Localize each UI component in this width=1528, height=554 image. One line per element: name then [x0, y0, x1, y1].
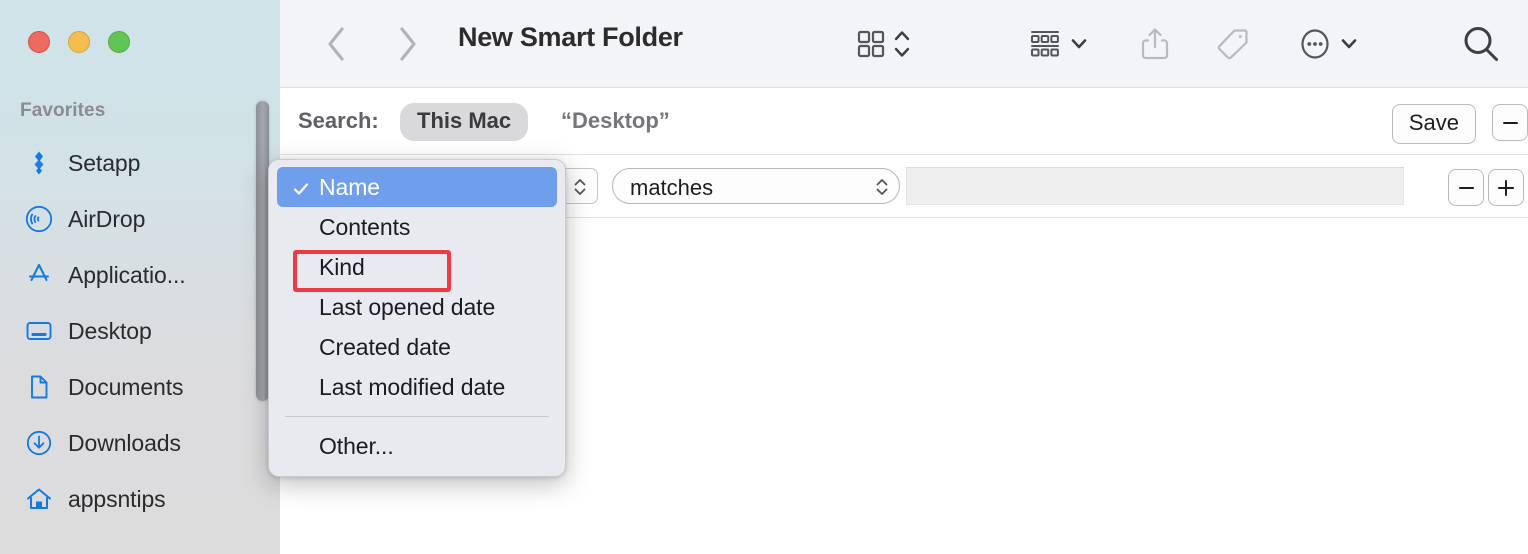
- chevron-down-icon: [1340, 34, 1358, 54]
- chevron-down-icon: [1070, 34, 1088, 54]
- chevron-up-down-icon: [573, 177, 587, 197]
- sidebar-item-airdrop[interactable]: AirDrop: [0, 191, 280, 247]
- chevron-left-icon: [323, 24, 349, 64]
- menu-item-last-opened-date[interactable]: Last opened date: [277, 287, 557, 327]
- scope-folder-button[interactable]: “Desktop”: [561, 108, 670, 134]
- menu-separator: [285, 416, 549, 417]
- sidebar-item-desktop[interactable]: Desktop: [0, 303, 280, 359]
- close-button[interactable]: [28, 31, 50, 53]
- add-criteria-button[interactable]: [1488, 169, 1524, 206]
- remove-criteria-button[interactable]: [1448, 169, 1484, 206]
- menu-item-label: Created date: [277, 334, 451, 361]
- sidebar-list: Setapp AirDrop: [0, 135, 280, 527]
- menu-item-label: Kind: [277, 254, 365, 281]
- chevron-right-icon: [395, 24, 421, 64]
- sidebar-item-setapp[interactable]: Setapp: [0, 135, 280, 191]
- chevron-up-down-icon: [875, 177, 889, 197]
- sidebar-item-home[interactable]: appsntips: [0, 471, 280, 527]
- minus-icon: [1503, 122, 1518, 124]
- minus-icon: [1459, 187, 1474, 189]
- menu-item-created-date[interactable]: Created date: [277, 327, 557, 367]
- forward-button[interactable]: [384, 20, 432, 68]
- save-button[interactable]: Save: [1392, 104, 1476, 144]
- finder-window: Favorites Setapp: [0, 0, 1528, 554]
- plus-icon: [1498, 180, 1514, 196]
- sidebar-item-label: AirDrop: [68, 206, 145, 233]
- search-button[interactable]: [1455, 18, 1507, 70]
- ellipsis-circle-icon: [1298, 26, 1332, 62]
- menu-item-label: Other...: [277, 433, 394, 460]
- search-icon: [1460, 23, 1502, 65]
- grid-view-icon: [855, 28, 887, 60]
- toolbar: New Smart Folder: [280, 0, 1528, 88]
- minimize-button[interactable]: [68, 31, 90, 53]
- desktop-icon: [24, 316, 54, 346]
- tag-icon: [1216, 27, 1250, 61]
- page-title: New Smart Folder: [458, 22, 683, 53]
- sidebar-item-label: appsntips: [68, 486, 166, 513]
- operator-popup-button[interactable]: matches: [612, 168, 900, 204]
- sidebar-item-label: Downloads: [68, 430, 181, 457]
- back-button[interactable]: [312, 20, 360, 68]
- maximize-button[interactable]: [108, 31, 130, 53]
- sidebar: Favorites Setapp: [0, 0, 280, 554]
- menu-item-other[interactable]: Other...: [277, 426, 557, 466]
- attribute-dropdown-menu: Name Contents Kind Last opened date Crea…: [268, 159, 566, 477]
- window-controls: [28, 31, 130, 53]
- menu-item-contents[interactable]: Contents: [277, 207, 557, 247]
- documents-icon: [24, 372, 54, 402]
- operator-label: matches: [630, 175, 713, 201]
- setapp-icon: [24, 148, 54, 178]
- sidebar-section-header: Favorites: [20, 100, 105, 122]
- sidebar-item-applications[interactable]: Applicatio...: [0, 247, 280, 303]
- search-label: Search:: [298, 108, 379, 134]
- downloads-icon: [24, 428, 54, 458]
- group-by-icon: [1028, 27, 1062, 61]
- scope-this-mac-button[interactable]: This Mac: [400, 103, 528, 141]
- sidebar-item-downloads[interactable]: Downloads: [0, 415, 280, 471]
- menu-item-last-modified-date[interactable]: Last modified date: [277, 367, 557, 407]
- search-scope-row: Search: This Mac “Desktop” Save: [280, 88, 1528, 155]
- remove-search-button[interactable]: [1492, 104, 1528, 141]
- group-by-button[interactable]: [1015, 18, 1101, 70]
- sidebar-item-documents[interactable]: Documents: [0, 359, 280, 415]
- sidebar-item-label: Desktop: [68, 318, 152, 345]
- applications-icon: [24, 260, 54, 290]
- view-mode-button[interactable]: [840, 18, 926, 70]
- chevron-up-down-icon: [893, 27, 911, 61]
- menu-item-kind[interactable]: Kind: [277, 247, 557, 287]
- menu-item-label: Last opened date: [277, 294, 495, 321]
- airdrop-icon: [24, 204, 54, 234]
- sidebar-item-label: Setapp: [68, 150, 140, 177]
- more-options-button[interactable]: [1288, 18, 1368, 70]
- tags-button[interactable]: [1208, 18, 1258, 70]
- share-icon: [1139, 26, 1171, 62]
- search-value-input[interactable]: [906, 167, 1404, 205]
- sidebar-item-label: Documents: [68, 374, 183, 401]
- share-button[interactable]: [1130, 18, 1180, 70]
- menu-item-label: Last modified date: [277, 374, 505, 401]
- checkmark-icon: [293, 176, 309, 192]
- home-icon: [24, 484, 54, 514]
- menu-item-label: Contents: [277, 214, 410, 241]
- menu-item-name[interactable]: Name: [277, 167, 557, 207]
- sidebar-item-label: Applicatio...: [68, 262, 186, 289]
